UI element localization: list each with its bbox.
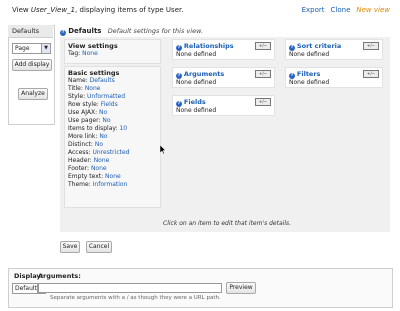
tag-value-link[interactable]: None (82, 50, 98, 57)
setting-label: Name: (68, 77, 88, 84)
clone-link[interactable]: Clone (331, 6, 351, 14)
setting-row-more-link: More link: No (68, 133, 157, 141)
view-settings-box: View settings Tag: None (64, 39, 161, 64)
setting-row-access: Access: Unrestricted (68, 149, 157, 157)
basic-settings-box: Basic settings Name: Defaults Title: Non… (64, 66, 161, 208)
filters-panel: ? Filters +/− None defined (285, 67, 383, 88)
setting-value-link[interactable]: No (95, 141, 103, 148)
arguments-label: Arguments: (38, 272, 81, 280)
export-link[interactable]: Export (302, 6, 325, 14)
cancel-button[interactable]: Cancel (86, 241, 112, 253)
setting-value-link[interactable]: None (91, 165, 107, 172)
setting-label: Footer: (68, 165, 90, 172)
tag-label: Tag: (68, 50, 81, 57)
tag-row: Tag: None (68, 50, 157, 58)
fields-title: Fields (183, 98, 206, 106)
edit-hint: Click on an item to edit that item's det… (163, 220, 292, 227)
setting-label: Access: (68, 149, 91, 156)
setting-label: More link: (68, 133, 98, 140)
arguments-add-button[interactable]: +/− (255, 70, 271, 78)
setting-row-row-style: Row style: Fields (68, 101, 157, 109)
setting-value-link[interactable]: Unrestricted (92, 149, 129, 156)
mouse-cursor-icon (160, 145, 166, 154)
relationships-title: Relationships (183, 42, 234, 50)
setting-label: Use pager: (68, 117, 101, 124)
arguments-title: Arguments (183, 70, 225, 78)
sort-criteria-title: Sort criteria (296, 42, 342, 50)
add-display-button[interactable]: Add display (12, 59, 52, 71)
filters-add-button[interactable]: +/− (363, 70, 379, 78)
setting-row-use-ajax: Use AJAX: No (68, 109, 157, 117)
sort-criteria-add-button[interactable]: +/− (363, 42, 379, 50)
view-settings-title: View settings (68, 42, 118, 50)
setting-value-link[interactable]: None (85, 85, 101, 92)
preview-button[interactable]: Preview (226, 282, 256, 294)
chevron-down-icon: ▼ (41, 44, 50, 53)
setting-value-link[interactable]: None (105, 173, 121, 180)
displays-panel (8, 25, 55, 125)
setting-row-distinct: Distinct: No (68, 141, 157, 149)
setting-row-items-to-display: Items to display: 10 (68, 125, 157, 133)
fields-value: None defined (176, 107, 217, 114)
setting-label: Empty text: (68, 173, 104, 180)
setting-value-link[interactable]: None (94, 157, 110, 164)
defaults-header: ? Defaults Default settings for this vie… (60, 27, 203, 36)
setting-row-use-pager: Use pager: No (68, 117, 157, 125)
info-icon[interactable]: ? (60, 30, 66, 36)
arguments-panel: ? Arguments +/− None defined (172, 67, 275, 88)
setting-row-theme: Theme: Information (68, 181, 157, 189)
setting-value-link[interactable]: No (99, 109, 107, 116)
display-type-select[interactable]: Page ▼ (12, 43, 51, 54)
setting-label: Row style: (68, 101, 99, 108)
setting-value-link[interactable]: Defaults (90, 77, 115, 84)
page-title: View User_View_1, displaying items of ty… (12, 6, 183, 14)
setting-row-style: Style: Unformatted (68, 93, 157, 101)
arguments-input[interactable] (38, 283, 222, 293)
tab-defaults[interactable]: Defaults (8, 25, 53, 38)
setting-row-title: Title: None (68, 85, 157, 93)
view-name: User_View_1 (30, 6, 76, 14)
save-button[interactable]: Save (60, 241, 80, 253)
sort-criteria-panel: ? Sort criteria +/− None defined (285, 39, 383, 60)
basic-settings-title: Basic settings (68, 69, 120, 77)
defaults-title: Defaults (68, 27, 102, 35)
setting-value-link[interactable]: Fields (101, 101, 118, 108)
defaults-description: Default settings for this view. (107, 27, 204, 35)
setting-row-footer: Footer: None (68, 165, 157, 173)
arguments-value: None defined (176, 79, 217, 86)
relationships-value: None defined (176, 51, 217, 58)
tab-defaults-label: Defaults (12, 27, 40, 35)
fields-add-button[interactable]: +/− (255, 98, 271, 106)
setting-value-link[interactable]: Unformatted (87, 93, 125, 100)
setting-value-link[interactable]: No (102, 117, 110, 124)
setting-label: Style: (68, 93, 86, 100)
setting-label: Use AJAX: (68, 109, 98, 116)
new-view-link[interactable]: New view (356, 6, 390, 14)
setting-label: Distinct: (68, 141, 93, 148)
arguments-help-text: Separate arguments with a / as though th… (50, 295, 221, 301)
setting-label: Theme: (68, 181, 91, 188)
analyze-button[interactable]: Analyze (18, 88, 48, 100)
setting-value-link[interactable]: No (99, 133, 107, 140)
setting-row-header: Header: None (68, 157, 157, 165)
fields-panel: ? Fields +/− None defined (172, 95, 275, 116)
filters-value: None defined (289, 79, 330, 86)
title-suffix: , displaying items of type User. (75, 6, 184, 14)
relationships-panel: ? Relationships +/− None defined (172, 39, 275, 60)
setting-label: Items to display: (68, 125, 118, 132)
top-links: Export Clone New view (302, 6, 390, 14)
title-prefix: View (12, 6, 29, 14)
setting-row-name: Name: Defaults (68, 77, 157, 85)
setting-label: Header: (68, 157, 92, 164)
setting-value-link[interactable]: 10 (119, 125, 127, 132)
setting-label: Title: (68, 85, 83, 92)
setting-row-empty-text: Empty text: None (68, 173, 157, 181)
sort-criteria-value: None defined (289, 51, 330, 58)
relationships-add-button[interactable]: +/− (255, 42, 271, 50)
setting-value-link[interactable]: Information (93, 181, 128, 188)
display-type-value: Page (15, 45, 30, 52)
filters-title: Filters (296, 70, 321, 78)
